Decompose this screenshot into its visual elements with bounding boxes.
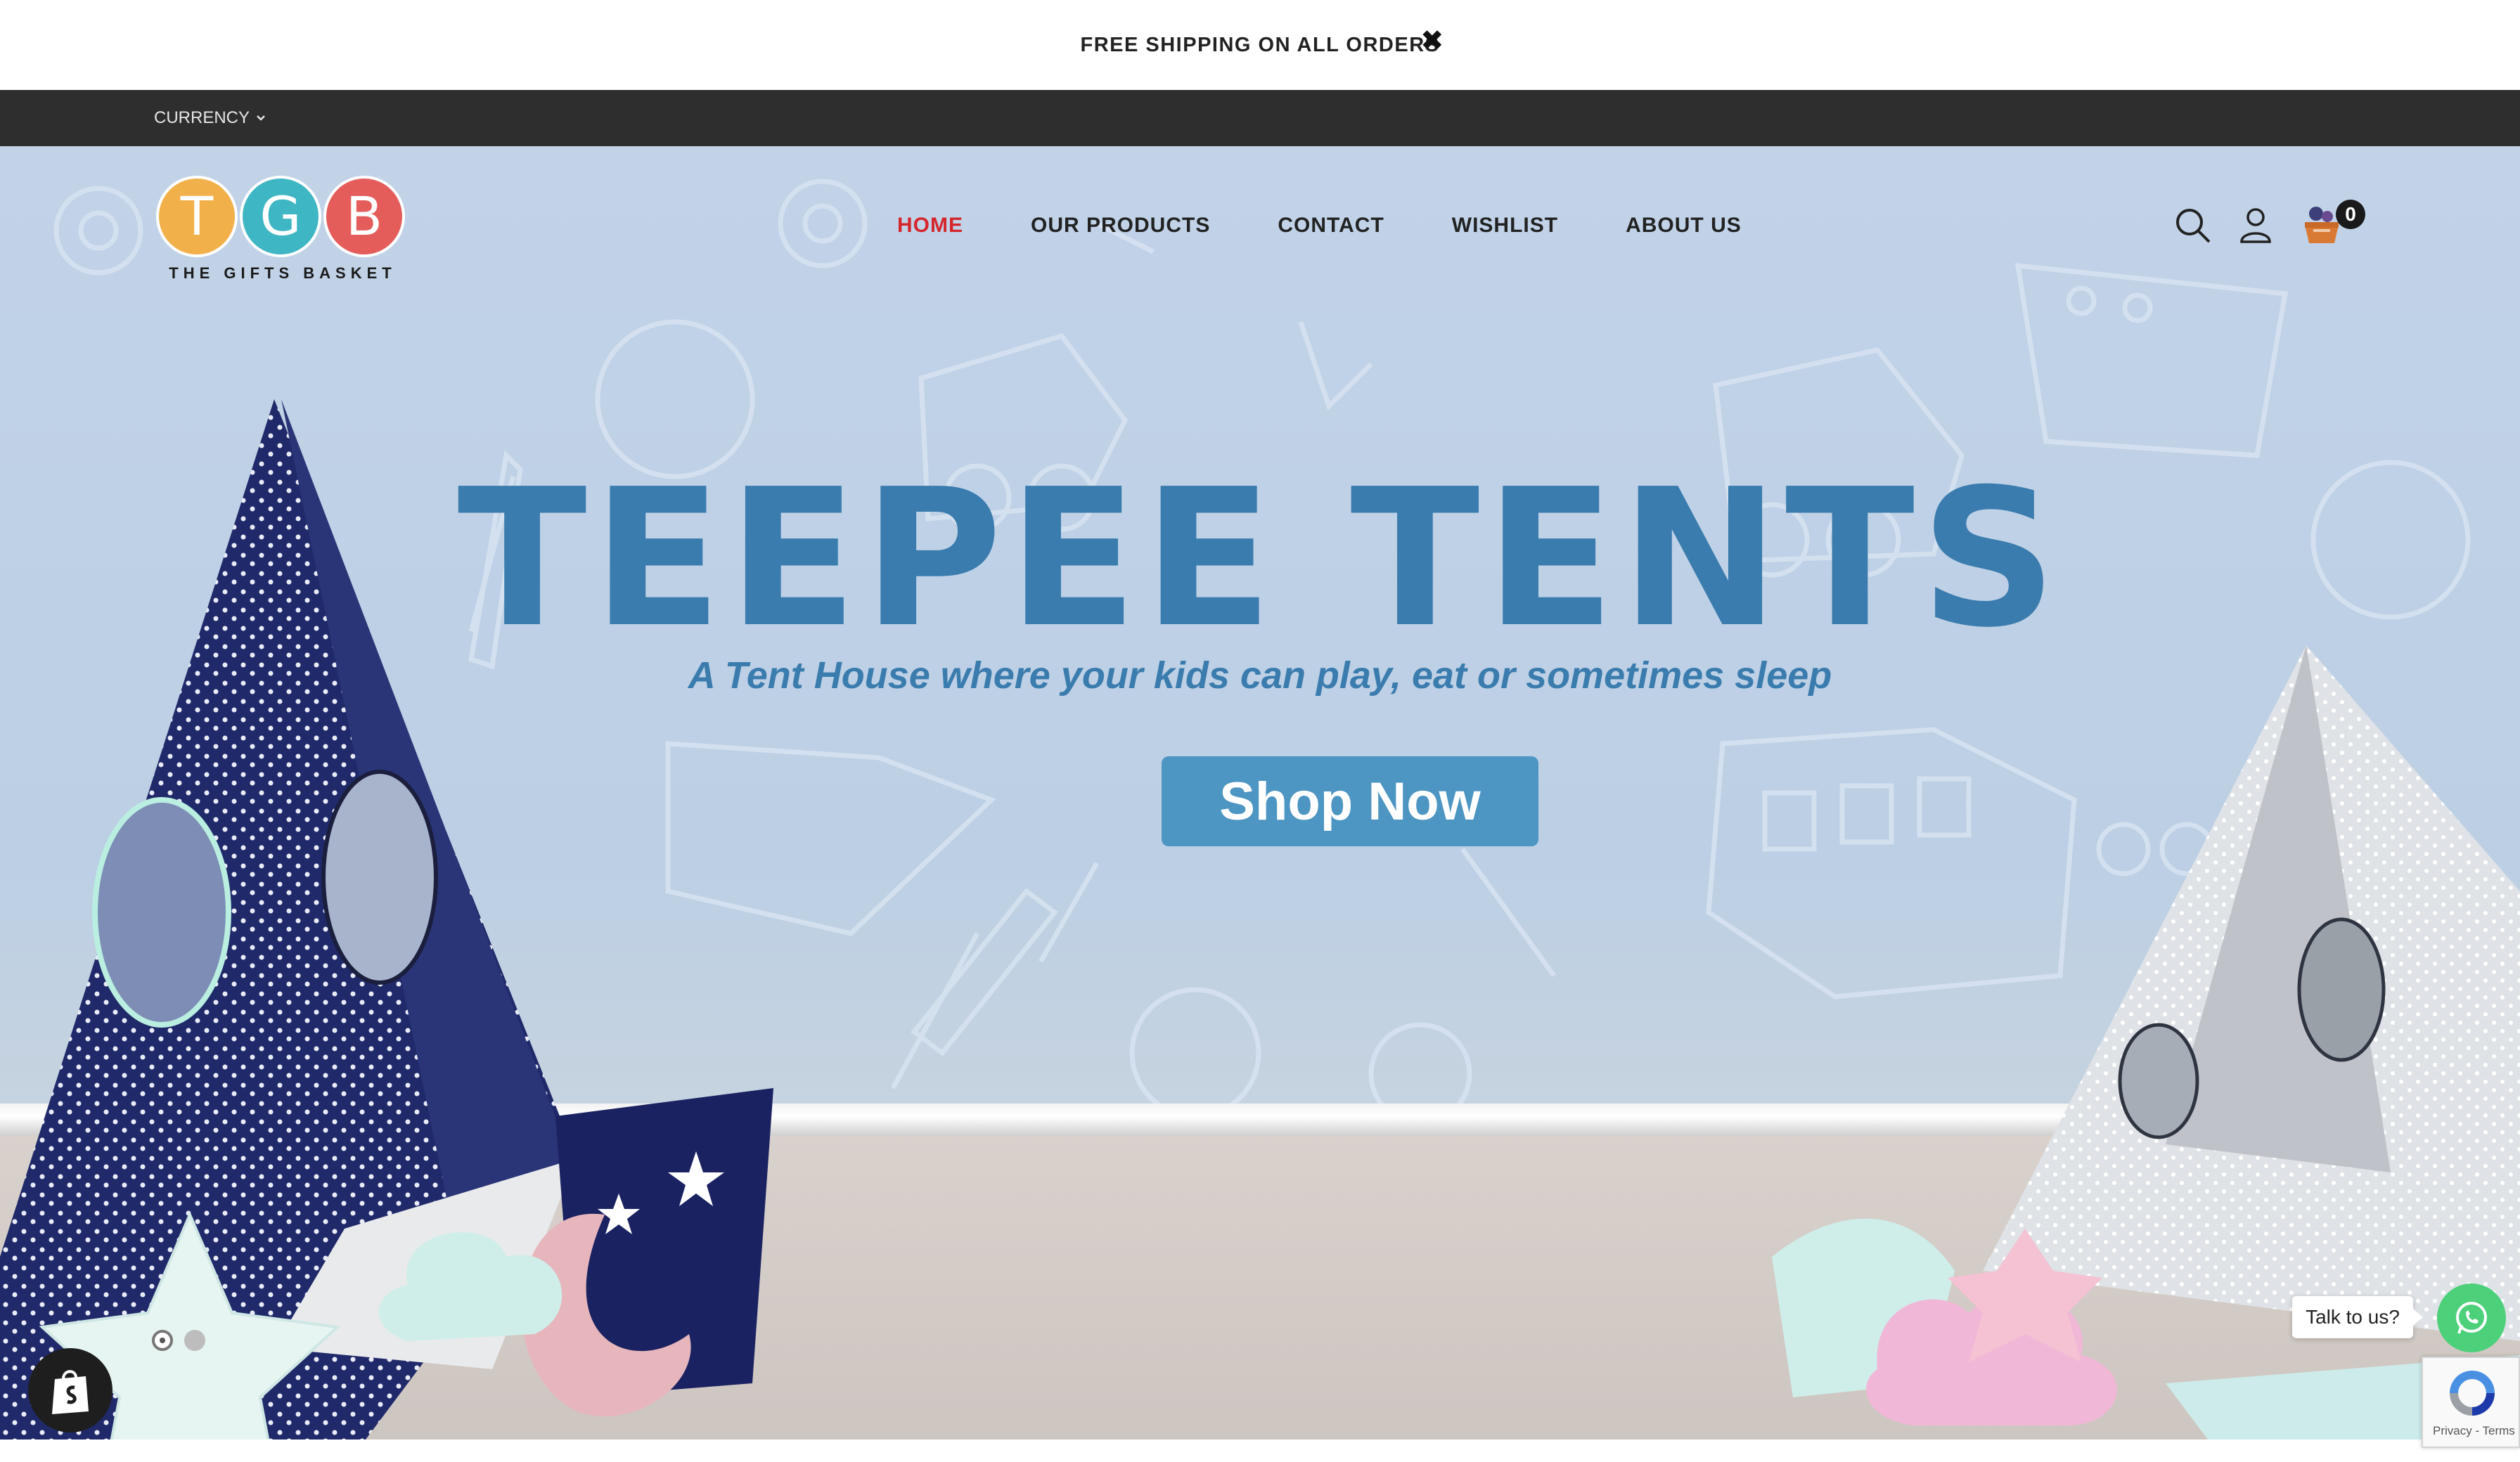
hero-subheadline: A Tent House where your kids can play, e…: [688, 654, 1832, 697]
logo-tagline: THE GIFTS BASKET: [169, 264, 396, 282]
announcement-bar: FREE SHIPPING ON ALL ORDERS ✖: [0, 0, 2520, 90]
logo-letter-b: B: [346, 185, 382, 247]
recaptcha-badge[interactable]: Privacy - Terms: [2422, 1357, 2520, 1448]
currency-label: CURRENCY: [154, 108, 250, 127]
nav-our-products[interactable]: OUR PRODUCTS: [1031, 214, 1210, 238]
main-nav: HOME OUR PRODUCTS CONTACT WISHLIST ABOUT…: [897, 214, 1742, 238]
shopify-bag-icon: [52, 1370, 89, 1414]
nav-home[interactable]: HOME: [897, 214, 963, 238]
whatsapp-icon: [2456, 1302, 2487, 1334]
top-bar: CURRENCY: [0, 90, 2520, 146]
hero-headline: TEEPEE TENTS: [457, 448, 2063, 669]
close-icon[interactable]: ✖: [1420, 27, 1444, 55]
slider-dots: [152, 1330, 205, 1351]
slider-dot-1[interactable]: [152, 1330, 173, 1351]
nav-about-us[interactable]: ABOUT US: [1626, 214, 1742, 238]
nav-wishlist[interactable]: WISHLIST: [1452, 214, 1558, 238]
slider-dot-2[interactable]: [184, 1330, 205, 1351]
cart-count-badge: 0: [2336, 200, 2365, 229]
logo-letter-t: T: [180, 185, 214, 247]
announcement-text: FREE SHIPPING ON ALL ORDERS: [1080, 33, 1440, 56]
shopify-bag-button[interactable]: [28, 1348, 112, 1432]
user-icon[interactable]: [2236, 205, 2275, 245]
chevron-down-icon: [257, 115, 265, 121]
search-icon[interactable]: [2173, 205, 2212, 245]
site-header: T G B THE GIFTS BASKET HOME OUR PRODUCTS…: [0, 146, 2520, 287]
shop-now-button[interactable]: Shop Now: [1162, 756, 1538, 846]
nav-contact[interactable]: CONTACT: [1278, 214, 1384, 238]
recaptcha-privacy-terms[interactable]: Privacy - Terms: [2433, 1424, 2515, 1438]
currency-selector[interactable]: CURRENCY: [154, 108, 266, 128]
tgb-logo[interactable]: T G B THE GIFTS BASKET: [156, 173, 409, 285]
chat-prompt[interactable]: Talk to us?: [2292, 1296, 2423, 1338]
recaptcha-icon: [2450, 1371, 2495, 1416]
logo-letter-g: G: [260, 185, 302, 247]
whatsapp-chat-button[interactable]: [2437, 1283, 2506, 1352]
